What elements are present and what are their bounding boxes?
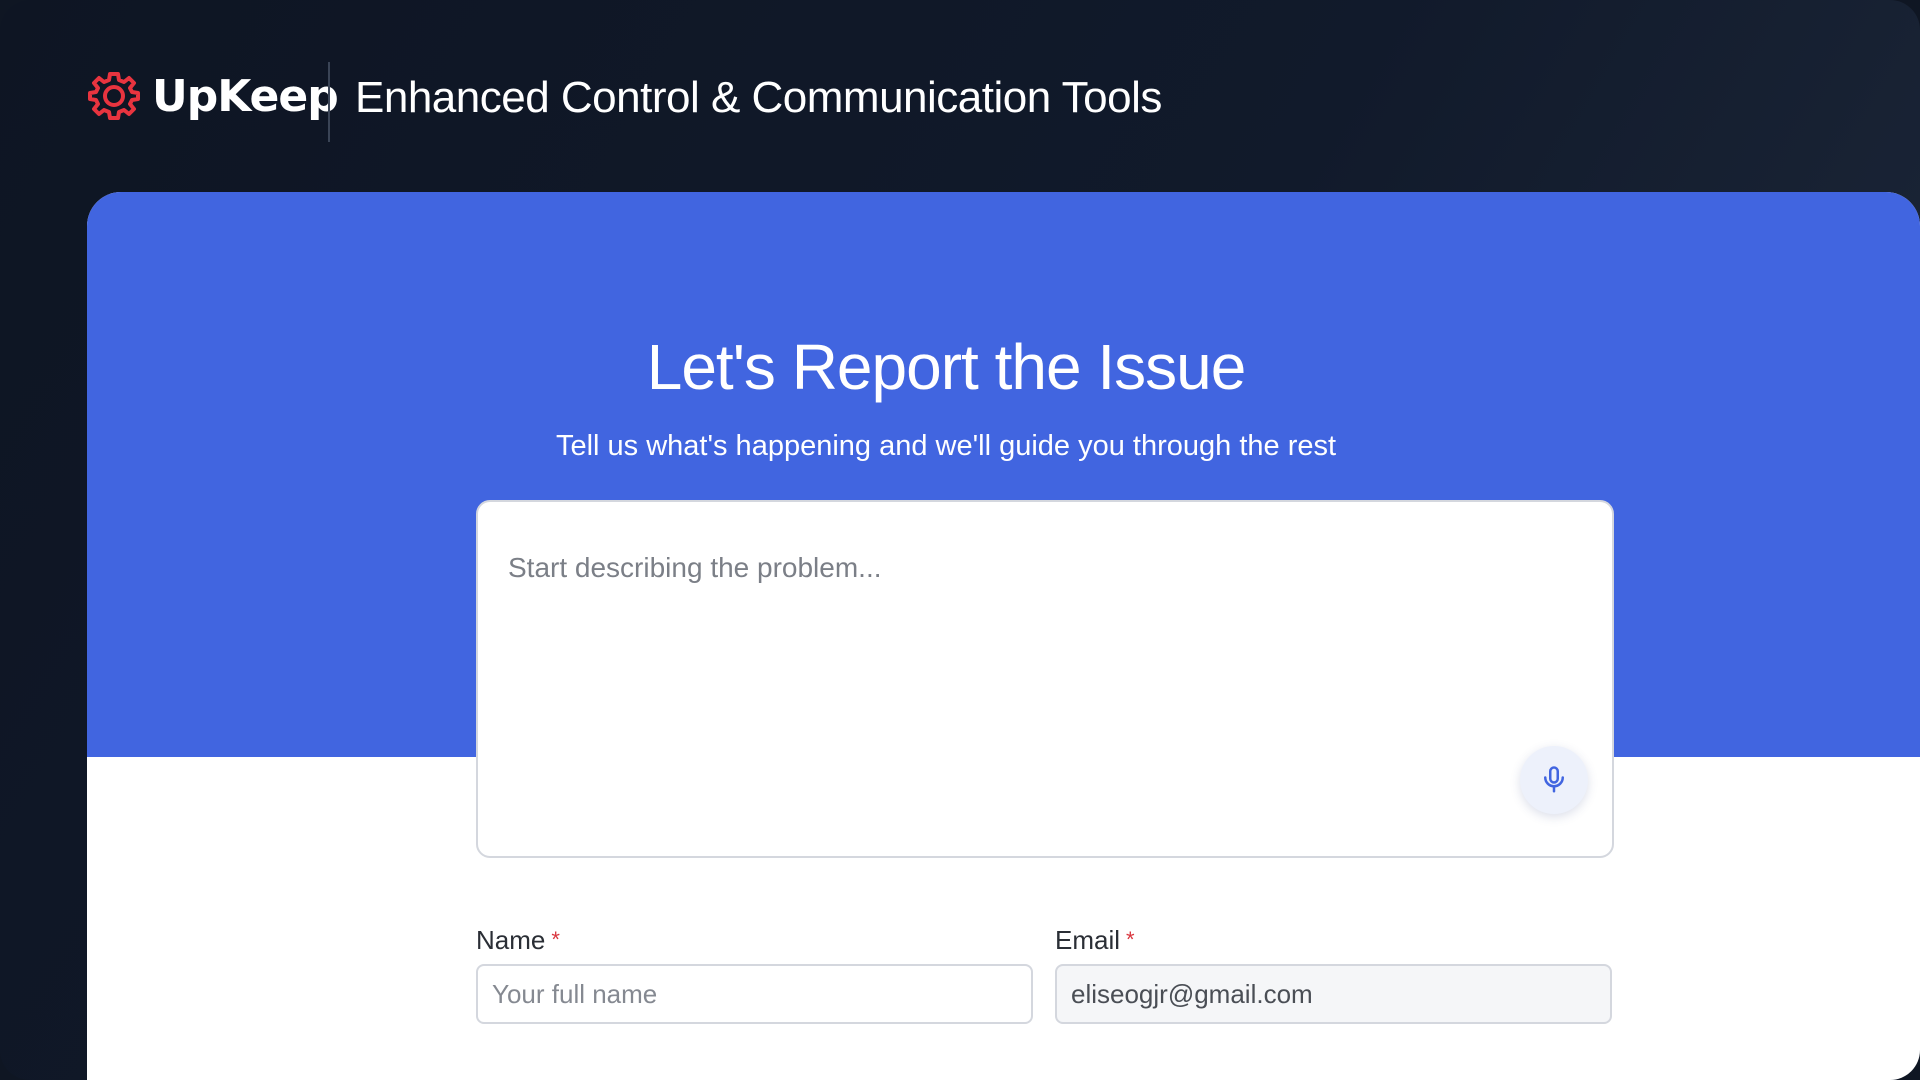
hero-subtitle: Tell us what's happening and we'll guide… bbox=[555, 430, 1337, 462]
required-marker: * bbox=[551, 927, 560, 952]
top-header: UpKeep Enhanced Control & Communication … bbox=[0, 0, 1920, 192]
email-label: Email * bbox=[1055, 924, 1135, 956]
name-label: Name * bbox=[476, 924, 560, 956]
microphone-icon bbox=[1544, 766, 1564, 793]
description-textarea[interactable] bbox=[478, 502, 1612, 856]
brand-name: UpKeep bbox=[152, 70, 339, 122]
email-label-text: Email bbox=[1055, 925, 1121, 955]
name-input[interactable] bbox=[476, 964, 1033, 1024]
required-marker: * bbox=[1126, 927, 1135, 952]
hero-title: Let's Report the Issue bbox=[646, 331, 1247, 403]
report-panel: Let's Report the Issue Tell us what's ha… bbox=[87, 192, 1920, 1080]
app-window: UpKeep Enhanced Control & Communication … bbox=[0, 0, 1920, 1080]
page-title: Enhanced Control & Communication Tools bbox=[355, 73, 1162, 122]
voice-input-button[interactable] bbox=[1520, 746, 1588, 814]
email-input[interactable] bbox=[1055, 964, 1612, 1024]
name-label-text: Name bbox=[476, 925, 546, 955]
upkeep-logo[interactable]: UpKeep bbox=[86, 64, 339, 128]
header-divider bbox=[328, 62, 330, 142]
description-card bbox=[476, 500, 1614, 858]
gear-icon bbox=[88, 72, 140, 120]
